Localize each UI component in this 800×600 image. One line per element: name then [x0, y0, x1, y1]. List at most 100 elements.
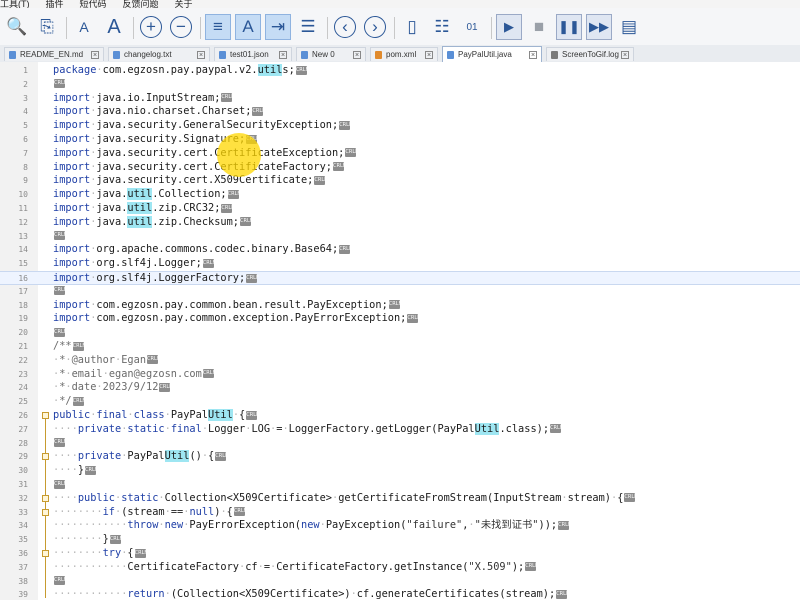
- menu-item[interactable]: 短代码: [80, 0, 107, 8]
- line-number: 7: [23, 148, 28, 158]
- code-line[interactable]: 26 public·final·class·PayPalUtil·{CRLF: [0, 409, 800, 423]
- code-line[interactable]: 7 import·java.security.cert.CertificateEx…: [0, 147, 800, 161]
- code-line[interactable]: 33 ········if·(stream·==·null)·{CRLF: [0, 506, 800, 520]
- menu-item[interactable]: 关于: [175, 0, 193, 8]
- code-line[interactable]: 34 ············throw·new·PayErrorExceptio…: [0, 519, 800, 533]
- code-text: import·java.util.Collection;CRLF: [53, 188, 241, 201]
- code-line[interactable]: 4 import·java.nio.charset.Charset;CRLF: [0, 105, 800, 119]
- line-number: 15: [18, 259, 28, 269]
- code-line[interactable]: 13 CRLF: [0, 230, 800, 244]
- binary-icon[interactable]: 01: [459, 14, 485, 40]
- code-line[interactable]: 21 /**CRLF: [0, 340, 800, 354]
- code-line[interactable]: 8 import·java.security.cert.CertificateFa…: [0, 161, 800, 175]
- font-increase-icon[interactable]: A: [101, 14, 127, 40]
- font-decrease-icon[interactable]: A: [71, 14, 97, 40]
- code-line[interactable]: 22 ·*·@author·EganCRLF: [0, 354, 800, 368]
- tab-changelog-txt[interactable]: changelog.txt ×: [108, 47, 210, 61]
- code-line[interactable]: 6import·java.security.Signature;CRLF: [0, 133, 800, 147]
- tab-paypalutil-java[interactable]: PayPalUtil.java ×: [442, 46, 542, 62]
- fold-toggle-icon[interactable]: [42, 508, 49, 516]
- code-line[interactable]: 23 ·*·email·egan@egzosn.comCRLF: [0, 368, 800, 382]
- code-line[interactable]: 25 ·*/CRLF: [0, 395, 800, 409]
- fold-toggle-icon[interactable]: [42, 494, 49, 502]
- menu-item[interactable]: 反馈问题: [123, 0, 159, 8]
- code-line[interactable]: 2 CRLF: [0, 78, 800, 92]
- tab-close-icon[interactable]: ×: [279, 50, 287, 59]
- document-map-icon[interactable]: ☰: [295, 14, 321, 40]
- playback-macro-icon[interactable]: ▶▶: [586, 14, 612, 40]
- code-line[interactable]: 18 import·com.egzosn.pay.common.bean.resu…: [0, 299, 800, 313]
- fold-toggle-icon[interactable]: [42, 412, 49, 419]
- code-text: CRLF: [53, 478, 67, 492]
- find-in-files-icon[interactable]: ⎘: [34, 14, 60, 40]
- tab-new-0[interactable]: New 0 ×: [296, 47, 366, 61]
- eol-marker: CRLF: [558, 520, 571, 530]
- code-line[interactable]: 28 CRLF: [0, 437, 800, 451]
- code-line[interactable]: 31 CRLF: [0, 478, 800, 492]
- nav-forward-icon[interactable]: ›: [362, 14, 388, 40]
- show-all-chars-icon[interactable]: A: [235, 14, 261, 40]
- line-number: 36: [18, 549, 28, 558]
- word-wrap-icon[interactable]: ≡: [205, 14, 231, 40]
- pause-macro-icon[interactable]: ❚❚: [556, 14, 582, 40]
- line-number: 23: [18, 369, 28, 379]
- code-editor[interactable]: 1 package·com.egzosn.pay.paypal.v2.utils;…: [0, 62, 800, 600]
- find-icon[interactable]: 🔍: [4, 14, 30, 40]
- code-line[interactable]: 14 import·org.apache.commons.codec.binary…: [0, 243, 800, 257]
- code-line[interactable]: 38 CRLF: [0, 575, 800, 589]
- code-line[interactable]: 20 CRLF: [0, 326, 800, 340]
- eol-marker: CRLF: [339, 120, 352, 130]
- indent-guide-icon[interactable]: ⇥: [265, 14, 291, 40]
- code-line[interactable]: 39 ············return·(Collection<X509Cer…: [0, 588, 800, 600]
- record-macro-icon[interactable]: ▶: [496, 14, 522, 40]
- stop-macro-icon[interactable]: ■: [526, 14, 552, 40]
- code-line[interactable]: 17 CRLF: [0, 285, 800, 299]
- tab-close-icon[interactable]: ×: [529, 50, 537, 59]
- line-number: 24: [18, 383, 28, 393]
- eol-marker: CRLF: [345, 148, 359, 158]
- tab-test01-json[interactable]: test01.json ×: [214, 47, 292, 61]
- code-line[interactable]: 37 ············CertificateFactory·cf·=·Ce…: [0, 561, 800, 575]
- code-line[interactable]: 30 ····}CRLF: [0, 464, 800, 478]
- code-line[interactable]: 1 package·com.egzosn.pay.paypal.v2.utils;…: [0, 64, 800, 78]
- code-line[interactable]: 9 import·java.security.cert.X509Certifica…: [0, 174, 800, 188]
- eol-marker: CRLF: [54, 327, 67, 337]
- code-line[interactable]: 32 ····public·static·Collection<X509Certi…: [0, 492, 800, 506]
- tab-pom-xml[interactable]: pom.xml ×: [370, 47, 438, 61]
- tab-close-icon[interactable]: ×: [425, 50, 433, 59]
- code-line[interactable]: 19 import·com.egzosn.pay.common.exception…: [0, 312, 800, 326]
- menu-item[interactable]: 插件: [46, 0, 64, 8]
- menu-item[interactable]: 工具(T): [0, 0, 30, 8]
- code-line[interactable]: 10 import·java.util.Collection;CRLF: [0, 188, 800, 202]
- code-line[interactable]: 27 ····private·static·final·Logger·LOG·=·…: [0, 422, 800, 437]
- code-line[interactable]: 15 import·org.slf4j.Logger;CRLF: [0, 257, 800, 271]
- code-line[interactable]: 29 ····private·PayPalUtil()·{CRLF: [0, 450, 800, 464]
- nav-back-icon[interactable]: ‹: [332, 14, 358, 40]
- tab-readme-en-md[interactable]: README_EN.md ×: [4, 47, 104, 61]
- tab-close-icon[interactable]: ×: [197, 50, 205, 59]
- code-line[interactable]: 16 import·org.slf4j.LoggerFactory;CRLF: [0, 271, 800, 285]
- eol-marker: CRLF: [54, 286, 67, 296]
- split-view-icon[interactable]: ▯: [399, 14, 425, 40]
- code-text: import·org.apache.commons.codec.binary.B…: [53, 243, 352, 256]
- code-line[interactable]: 24 ·*·date·2023/9/12CRLF: [0, 381, 800, 395]
- tab-close-icon[interactable]: ×: [91, 50, 99, 59]
- save-macro-icon[interactable]: ▤: [616, 14, 642, 40]
- code-text: CRLF: [53, 285, 67, 299]
- zoom-in-icon[interactable]: +: [138, 14, 164, 40]
- eol-marker: CRLF: [147, 355, 160, 365]
- code-line[interactable]: 35 ········}CRLF: [0, 533, 800, 547]
- tab-screentogif-log[interactable]: ScreenToGif.log ×: [546, 47, 634, 61]
- code-line[interactable]: 3 import·java.io.InputStream;CRLF: [0, 92, 800, 106]
- tab-label: ScreenToGif.log: [562, 50, 619, 59]
- code-line[interactable]: 36 ········try·{CRLF: [0, 547, 800, 561]
- fold-toggle-icon[interactable]: [42, 453, 49, 461]
- code-line[interactable]: 5 import·java.security.GeneralSecurityExc…: [0, 119, 800, 133]
- function-list-icon[interactable]: ☷: [429, 14, 455, 40]
- code-line[interactable]: 12 import·java.util.zip.Checksum;CRLF: [0, 215, 800, 230]
- fold-toggle-icon[interactable]: [42, 550, 49, 557]
- zoom-out-icon[interactable]: −: [168, 14, 194, 40]
- code-line[interactable]: 11 import·java.util.zip.CRC32;CRLF: [0, 202, 800, 216]
- tab-close-icon[interactable]: ×: [621, 50, 629, 59]
- tab-close-icon[interactable]: ×: [353, 50, 361, 59]
